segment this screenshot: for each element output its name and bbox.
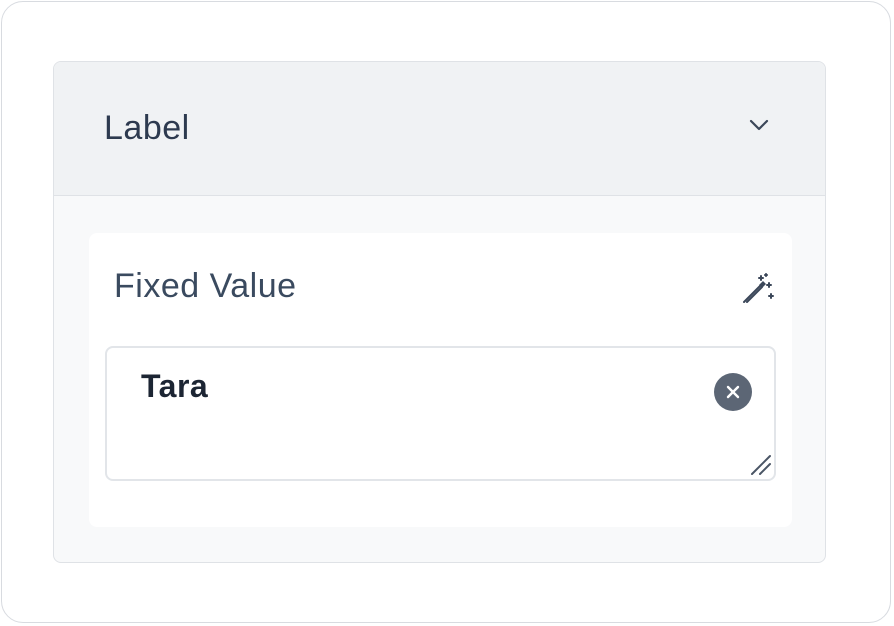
field-label: Fixed Value: [114, 267, 297, 305]
panel-title: Label: [104, 109, 190, 147]
resize-handle-icon[interactable]: [748, 452, 772, 476]
panel-header[interactable]: Label: [54, 62, 825, 196]
fixed-value-textarea[interactable]: Tara: [105, 346, 776, 481]
chevron-down-icon[interactable]: [748, 118, 770, 132]
close-icon: [726, 385, 740, 399]
textarea-value: Tara: [141, 368, 209, 404]
label-panel: Label Fixed Value Tara: [53, 61, 826, 563]
clear-button[interactable]: [714, 373, 752, 411]
magic-wand-icon[interactable]: [740, 270, 776, 306]
fixed-value-card: Fixed Value Tara: [89, 233, 792, 527]
